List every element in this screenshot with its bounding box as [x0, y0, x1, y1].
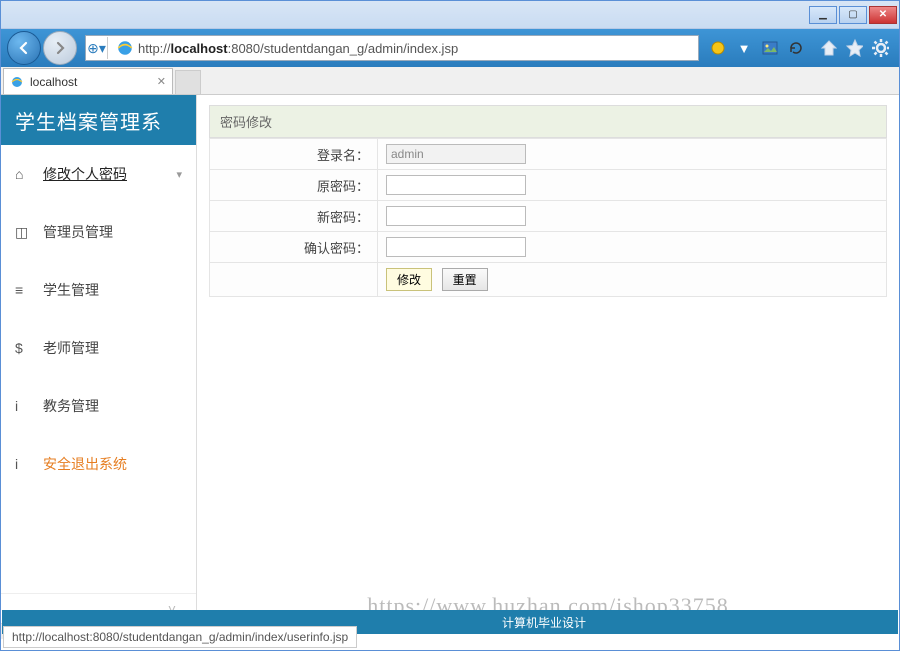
box-icon: ◫ [15, 224, 33, 241]
reset-button[interactable]: 重置 [442, 268, 488, 291]
label-new-password: 新密码： [210, 201, 378, 232]
sidebar-item-teacher[interactable]: $ 老师管理 [1, 319, 196, 377]
submit-button[interactable]: 修改 [386, 268, 432, 291]
label-login: 登录名： [210, 139, 378, 170]
picture-icon[interactable] [761, 39, 779, 57]
sidebar-item-label: 管理员管理 [43, 222, 113, 242]
sidebar-item-academic[interactable]: i 教务管理 [1, 377, 196, 435]
tab-strip: localhost ✕ [1, 67, 899, 95]
row-old-password: 原密码： [210, 170, 887, 201]
sidebar: 学生档案管理系 ⌂ 修改个人密码 ▾ ◫ 管理员管理 ≡ 学生管理 $ 老师管理 [1, 95, 197, 639]
address-input[interactable] [458, 37, 698, 59]
address-bar[interactable]: ⊕▾ http://localhost:8080/studentdangan_g… [85, 35, 699, 61]
close-button[interactable]: ✕ [869, 6, 897, 24]
chevron-down-icon: ▾ [176, 168, 182, 181]
favorites-icon[interactable] [845, 39, 863, 57]
browser-navbar: ⊕▾ http://localhost:8080/studentdangan_g… [1, 29, 899, 67]
sidebar-item-admin[interactable]: ◫ 管理员管理 [1, 203, 196, 261]
tab-close-icon[interactable]: ✕ [157, 75, 166, 88]
address-url-text: http://localhost:8080/studentdangan_g/ad… [138, 41, 458, 56]
dollar-icon: $ [15, 340, 33, 356]
status-url: http://localhost:8080/studentdangan_g/ad… [12, 630, 348, 644]
sidebar-item-exit[interactable]: i 安全退出系统 [1, 435, 196, 493]
sidebar-menu: ⌂ 修改个人密码 ▾ ◫ 管理员管理 ≡ 学生管理 $ 老师管理 i [1, 145, 196, 593]
sidebar-item-label: 安全退出系统 [43, 454, 127, 474]
tools-icon[interactable] [871, 39, 889, 57]
sidebar-item-label: 学生管理 [43, 280, 99, 300]
main-panel: 密码修改 登录名： 原密码： 新密码： 确认密码： [197, 95, 899, 639]
new-tab-button[interactable] [175, 70, 201, 94]
confirm-password-input[interactable] [386, 237, 526, 257]
home-icon[interactable] [819, 39, 837, 57]
new-password-input[interactable] [386, 206, 526, 226]
row-login: 登录名： [210, 139, 887, 170]
stop-dropdown-icon[interactable]: ▼ [735, 39, 753, 57]
maximize-button[interactable]: ▢ [839, 6, 867, 24]
list-icon: ≡ [15, 282, 33, 298]
addr-right-icons: ▼ [705, 39, 809, 57]
sidebar-item-student[interactable]: ≡ 学生管理 [1, 261, 196, 319]
ie-favicon-icon [116, 39, 134, 57]
browser-tab[interactable]: localhost ✕ [3, 68, 173, 94]
info-icon: i [15, 456, 33, 472]
browser-window: ▁ ▢ ✕ ⊕▾ http://localhost:8080/studentda… [0, 0, 900, 651]
back-button[interactable] [7, 31, 41, 65]
row-buttons: 修改 重置 [210, 263, 887, 297]
tab-title: localhost [30, 75, 77, 89]
panel-title: 密码修改 [209, 105, 887, 138]
new-tab-icon[interactable]: ⊕▾ [86, 37, 108, 59]
row-new-password: 新密码： [210, 201, 887, 232]
window-titlebar: ▁ ▢ ✕ [1, 1, 899, 29]
status-bar: http://localhost:8080/studentdangan_g/ad… [3, 626, 357, 648]
label-old-password: 原密码： [210, 170, 378, 201]
password-form: 登录名： 原密码： 新密码： 确认密码： [209, 138, 887, 297]
nav-right-tools [815, 39, 893, 57]
sidebar-item-change-password[interactable]: ⌂ 修改个人密码 ▾ [1, 145, 196, 203]
label-confirm-password: 确认密码： [210, 232, 378, 263]
refresh-icon[interactable] [787, 39, 805, 57]
sidebar-item-label: 教务管理 [43, 396, 99, 416]
compat-icon[interactable] [709, 39, 727, 57]
brand-title: 学生档案管理系 [1, 95, 196, 145]
row-confirm-password: 确认密码： [210, 232, 887, 263]
footer-credit: 计算机毕业设计 [502, 614, 586, 631]
sidebar-item-label: 老师管理 [43, 338, 99, 358]
info-icon: i [15, 398, 33, 414]
page-content: 学生档案管理系 ⌂ 修改个人密码 ▾ ◫ 管理员管理 ≡ 学生管理 $ 老师管理 [1, 95, 899, 639]
sidebar-item-label: 修改个人密码 [43, 164, 127, 184]
old-password-input[interactable] [386, 175, 526, 195]
minimize-button[interactable]: ▁ [809, 6, 837, 24]
home-icon: ⌂ [15, 166, 33, 182]
tab-favicon-icon [10, 75, 24, 89]
forward-button[interactable] [43, 31, 77, 65]
login-input [386, 144, 526, 164]
